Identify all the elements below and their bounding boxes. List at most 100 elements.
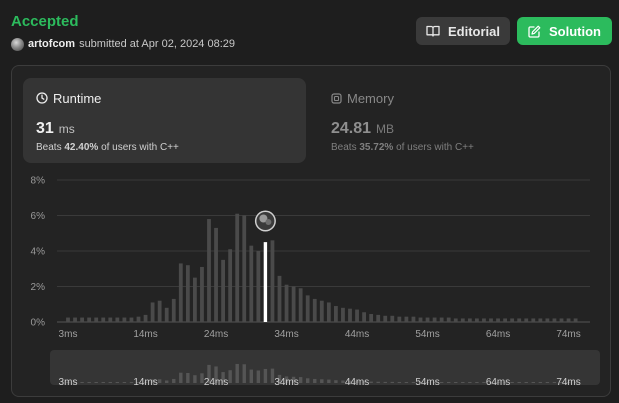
chart-bar[interactable] xyxy=(404,316,409,322)
chart-bar[interactable] xyxy=(235,213,240,322)
chart-bar[interactable] xyxy=(489,318,493,322)
chart-bar[interactable] xyxy=(341,307,345,322)
chart-bar[interactable] xyxy=(531,318,536,322)
chart-bar[interactable] xyxy=(503,318,507,322)
chart-bar[interactable] xyxy=(559,318,564,322)
chart-bar[interactable] xyxy=(566,318,571,322)
chart-bar[interactable] xyxy=(573,318,578,322)
x-tick-label: 54ms xyxy=(415,329,439,340)
overview-bar xyxy=(390,381,394,383)
chart-bar[interactable] xyxy=(432,317,437,322)
chart-bar[interactable] xyxy=(87,317,92,322)
chart-bar[interactable] xyxy=(510,318,515,322)
overview-bar xyxy=(376,381,380,383)
overview-x-tick-label: 24ms xyxy=(204,377,228,388)
chart-bar[interactable] xyxy=(185,265,190,322)
chart-bar[interactable] xyxy=(214,227,218,322)
chart-bar[interactable] xyxy=(552,318,557,322)
chart-bar[interactable] xyxy=(418,317,423,322)
chart-bar[interactable] xyxy=(439,317,444,322)
chart-bar[interactable] xyxy=(207,219,211,322)
chart-bar[interactable] xyxy=(171,298,176,322)
chart-bar[interactable] xyxy=(298,288,303,322)
chart-bar[interactable] xyxy=(355,309,359,322)
overview-bar xyxy=(157,379,162,383)
chart-bar[interactable] xyxy=(517,318,522,322)
chart-bar[interactable] xyxy=(334,306,338,322)
chart-bar[interactable] xyxy=(249,245,254,322)
overview-bar xyxy=(80,382,84,383)
chart-bar[interactable] xyxy=(228,249,233,322)
chart-bar[interactable] xyxy=(108,317,113,322)
chart-bar[interactable] xyxy=(66,317,70,322)
chart-bar[interactable] xyxy=(383,315,388,322)
chart-bar[interactable] xyxy=(312,298,317,322)
chart-bar[interactable] xyxy=(376,314,381,322)
chart-bar[interactable] xyxy=(524,318,529,322)
chart-bar[interactable] xyxy=(348,308,352,322)
chart-bar[interactable] xyxy=(136,316,141,322)
overview-bar xyxy=(461,382,465,383)
overview-bar xyxy=(475,382,479,383)
chart-bar[interactable] xyxy=(425,317,430,322)
chart-bar[interactable] xyxy=(94,317,99,322)
overview-x-tick-label: 34ms xyxy=(274,377,298,388)
overview-bar xyxy=(447,382,451,383)
chart-bar[interactable] xyxy=(200,266,204,322)
chart-bar[interactable] xyxy=(305,295,310,322)
chart-bar[interactable] xyxy=(256,251,261,322)
overview-bar xyxy=(397,382,402,383)
chart-bar[interactable] xyxy=(80,317,84,322)
chart-bar[interactable] xyxy=(390,315,395,322)
chart-bar[interactable] xyxy=(460,318,465,322)
chart-bar[interactable] xyxy=(150,302,155,322)
chart-bar[interactable] xyxy=(496,318,500,322)
runtime-distribution-chart[interactable]: 0% 2% 4% 6% 8% 3ms 14ms 24ms 34ms 44ms 54ms 64ms 74m… xyxy=(0,0,619,403)
overview-bar xyxy=(115,382,120,383)
overview-bar xyxy=(228,370,232,383)
chart-bar[interactable] xyxy=(291,286,296,323)
chart-bar[interactable] xyxy=(467,318,472,322)
chart-bar[interactable] xyxy=(164,307,169,322)
chart-bar[interactable] xyxy=(326,302,331,322)
chart-bar[interactable] xyxy=(221,259,225,322)
overview-bar xyxy=(327,379,331,383)
chart-bar[interactable] xyxy=(157,300,162,322)
chart-bar[interactable] xyxy=(115,317,120,322)
chart-bar[interactable] xyxy=(397,316,402,322)
overview-bar xyxy=(193,375,197,383)
chart-bar[interactable] xyxy=(178,263,183,322)
overview-bar xyxy=(334,380,338,383)
chart-bar[interactable] xyxy=(143,314,148,322)
overview-bar xyxy=(538,382,543,383)
chart-bar[interactable] xyxy=(122,317,127,322)
chart-bar[interactable] xyxy=(362,312,366,322)
chart-bar[interactable] xyxy=(319,300,324,322)
chart-bar[interactable] xyxy=(475,318,479,322)
chart-bar[interactable] xyxy=(482,318,486,322)
chart-bar[interactable] xyxy=(453,318,458,322)
overview-x-tick-label: 74ms xyxy=(556,377,580,388)
y-tick-label: 0% xyxy=(31,318,46,329)
y-tick-label: 4% xyxy=(31,247,46,258)
x-tick-label: 24ms xyxy=(204,329,228,340)
overview-bar xyxy=(179,372,183,383)
chart-bar[interactable] xyxy=(101,317,106,322)
chart-bar[interactable] xyxy=(369,314,374,322)
y-tick-label: 8% xyxy=(31,176,46,187)
chart-bar[interactable] xyxy=(411,316,416,322)
chart-bar[interactable] xyxy=(129,317,134,322)
chart-bar[interactable] xyxy=(73,317,77,322)
overview-bar xyxy=(531,382,535,383)
highlighted-bar[interactable] xyxy=(263,242,268,322)
chart-bar[interactable] xyxy=(284,284,289,322)
chart-bar[interactable] xyxy=(545,318,550,322)
chart-bar[interactable] xyxy=(242,215,247,323)
chart-bar[interactable] xyxy=(270,240,275,322)
overview-bar xyxy=(298,377,303,383)
chart-bar[interactable] xyxy=(538,318,543,322)
chart-bar[interactable] xyxy=(446,317,451,322)
chart-bar[interactable] xyxy=(193,277,197,322)
overview-bar xyxy=(122,382,127,383)
chart-bar[interactable] xyxy=(277,275,282,322)
